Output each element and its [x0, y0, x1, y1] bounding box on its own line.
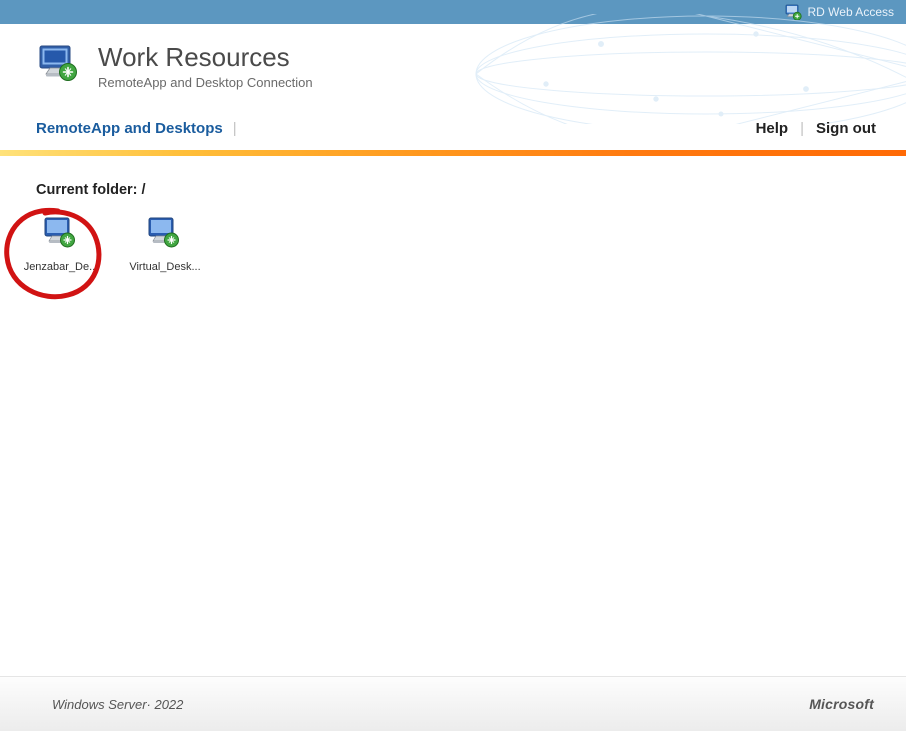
nav-right: Help | Sign out — [756, 120, 876, 137]
work-resources-icon — [36, 42, 84, 91]
content-area: Current folder: / Jenzabar_De... — [0, 156, 906, 273]
nav-separator: | — [233, 120, 237, 137]
nav-left: RemoteApp and Desktops | — [36, 120, 237, 137]
header-text-block: Work Resources RemoteApp and Desktop Con… — [98, 43, 313, 90]
footer: Windows Server· 2022 Microsoft — [0, 676, 906, 731]
remote-desktop-icon — [146, 216, 184, 255]
header-inner: Work Resources RemoteApp and Desktop Con… — [36, 42, 313, 91]
page-title: Work Resources — [98, 43, 313, 72]
apps-list: Jenzabar_De... Virtual_Desk... — [21, 216, 906, 273]
rd-web-access-page: { "topbar": { "label": "RD Web Access" }… — [0, 0, 906, 731]
page-subtitle: RemoteApp and Desktop Connection — [98, 75, 313, 90]
current-folder-label: Current folder: / — [36, 182, 906, 198]
help-link[interactable]: Help — [756, 120, 789, 137]
signout-link[interactable]: Sign out — [816, 120, 876, 137]
header-decorative-arcs — [446, 14, 906, 124]
page-header: Work Resources RemoteApp and Desktop Con… — [0, 24, 906, 114]
app-item-jenzabar[interactable]: Jenzabar_De... — [21, 216, 101, 273]
app-label: Jenzabar_De... — [24, 261, 99, 273]
footer-right: Microsoft — [809, 696, 874, 712]
nav-separator: | — [800, 120, 804, 137]
remote-desktop-icon — [42, 216, 80, 255]
footer-left: Windows Server· 2022 — [52, 697, 183, 712]
app-label: Virtual_Desk... — [129, 261, 200, 273]
nav-row: RemoteApp and Desktops | Help | Sign out — [0, 114, 906, 150]
app-item-virtual-desktop[interactable]: Virtual_Desk... — [125, 216, 205, 273]
tab-remoteapp-desktops[interactable]: RemoteApp and Desktops — [36, 120, 223, 137]
